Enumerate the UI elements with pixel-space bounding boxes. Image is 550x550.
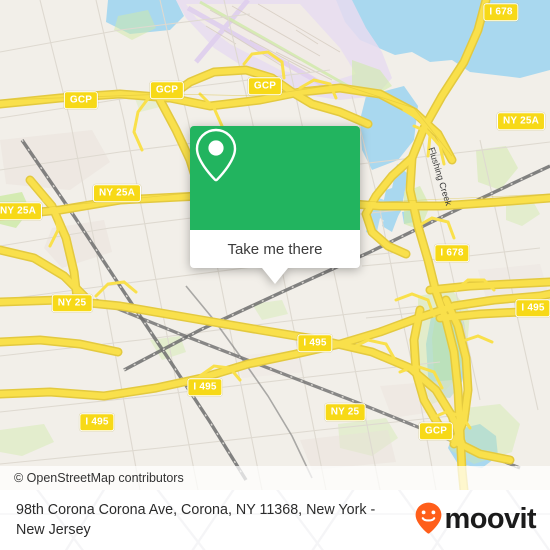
- road-shield: NY 25: [324, 403, 366, 421]
- road-shield: I 678: [483, 3, 519, 21]
- road-shield: GCP: [418, 422, 454, 440]
- road-shield: NY 25A: [92, 184, 142, 202]
- footer-bar: 98th Corona Corona Ave, Corona, NY 11368…: [0, 490, 550, 550]
- screenshot-root: Flushing Creek I 678 GCP GCP GCP NY 25A NY 25…: [0, 0, 550, 550]
- road-shield: GCP: [247, 77, 283, 95]
- map-canvas[interactable]: Flushing Creek I 678 GCP GCP GCP NY 25A NY 25…: [0, 0, 550, 490]
- take-me-there-button[interactable]: Take me there: [190, 230, 360, 268]
- road-shield: I 495: [187, 378, 223, 396]
- road-shield: I 495: [515, 299, 550, 317]
- address-label: 98th Corona Corona Ave, Corona, NY 11368…: [16, 501, 376, 538]
- road-shield: GCP: [149, 81, 185, 99]
- road-shield: NY 25A: [0, 202, 43, 220]
- popup-icon-area: [190, 126, 360, 230]
- road-shield: I 678: [434, 244, 470, 262]
- osm-attribution[interactable]: © OpenStreetMap contributors: [0, 466, 550, 490]
- road-shield: NY 25A: [496, 112, 546, 130]
- moovit-logo[interactable]: moovit: [413, 501, 540, 540]
- road-shield: NY 25: [51, 294, 93, 312]
- road-shield: GCP: [63, 91, 99, 109]
- map-pin-icon: [195, 128, 301, 207]
- popup-tail: [262, 268, 288, 284]
- location-popup-card[interactable]: Take me there: [190, 126, 360, 284]
- road-shield: I 495: [79, 413, 115, 431]
- moovit-pin-icon: [413, 501, 444, 540]
- footer-content: 98th Corona Corona Ave, Corona, NY 11368…: [0, 490, 550, 550]
- moovit-wordmark: moovit: [444, 502, 537, 535]
- road-shield: I 495: [297, 334, 333, 352]
